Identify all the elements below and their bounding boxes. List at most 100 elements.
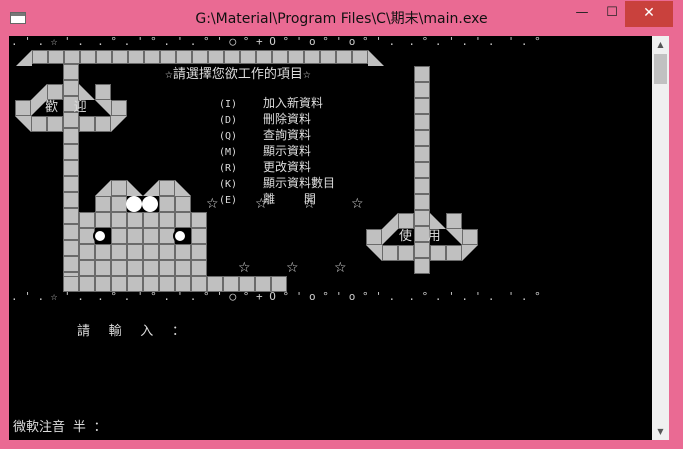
ime-status: 微軟注音 半 ： xyxy=(13,420,107,435)
block-tile xyxy=(398,245,414,261)
frog-eye-right xyxy=(142,196,158,212)
block-tile xyxy=(414,98,430,114)
scroll-thumb[interactable] xyxy=(654,54,667,84)
minimize-button[interactable]: — xyxy=(565,1,599,27)
close-button[interactable]: ✕ xyxy=(625,1,673,27)
use-text: 使 用 xyxy=(399,229,441,244)
triangle-tile xyxy=(462,245,478,261)
input-prompt: 請 輸 入 ： xyxy=(77,324,186,339)
block-tile xyxy=(63,192,79,208)
block-tile xyxy=(414,258,430,274)
block-tile xyxy=(79,116,95,132)
block-tile xyxy=(95,116,111,132)
triangle-tile xyxy=(368,50,384,66)
triangle-tile xyxy=(79,84,95,100)
menu-title: ☆請選擇您欲工作的項目☆ xyxy=(165,67,311,82)
block-tile xyxy=(414,130,430,146)
block-tile xyxy=(79,260,95,276)
block-tile xyxy=(143,212,159,228)
triangle-tile xyxy=(366,245,382,261)
block-tile xyxy=(63,144,79,160)
top-dot-border: . ' . ☆ ' . . ° . ' ° . ' . ° ' ◯ ° + O … xyxy=(11,36,541,48)
block-tile xyxy=(111,212,127,228)
triangle-tile xyxy=(175,180,191,196)
triangle-tile xyxy=(16,50,32,66)
menu-item: (R) 更改資料 xyxy=(219,160,312,174)
block-tile xyxy=(175,196,191,212)
block-tile xyxy=(430,245,446,261)
block-tile xyxy=(95,84,111,100)
block-tile xyxy=(288,50,304,64)
vertical-scrollbar[interactable]: ▲ ▼ xyxy=(652,36,669,440)
block-tile xyxy=(398,213,414,229)
block-tile xyxy=(304,50,320,64)
block-tile xyxy=(79,244,95,260)
block-tile xyxy=(95,212,111,228)
block-tile xyxy=(111,196,127,212)
block-tile xyxy=(79,212,95,228)
scroll-up-arrow-icon[interactable]: ▲ xyxy=(652,36,669,53)
block-tile xyxy=(47,116,63,132)
block-tile xyxy=(414,146,430,162)
block-tile xyxy=(191,212,207,228)
block-tile xyxy=(224,50,240,64)
star-icon: ☆ xyxy=(334,260,347,276)
block-tile xyxy=(240,50,256,64)
block-tile xyxy=(127,212,143,228)
triangle-tile xyxy=(15,116,31,132)
frog-cheek-right xyxy=(173,229,187,243)
block-tile xyxy=(63,80,79,96)
block-tile xyxy=(63,176,79,192)
star-icon: ☆ xyxy=(255,196,268,212)
block-tile xyxy=(272,50,288,64)
block-tile xyxy=(414,82,430,98)
block-tile xyxy=(111,228,127,244)
block-tile xyxy=(414,178,430,194)
triangle-tile xyxy=(95,180,111,196)
block-tile xyxy=(191,260,207,276)
block-tile xyxy=(143,228,159,244)
block-tile xyxy=(159,180,175,196)
block-tile xyxy=(80,50,96,64)
menu-item: (Q) 查詢資料 xyxy=(219,128,312,142)
block-tile xyxy=(128,50,144,64)
block-tile xyxy=(382,245,398,261)
block-tile xyxy=(159,212,175,228)
block-tile xyxy=(175,244,191,260)
triangle-tile xyxy=(430,213,446,229)
block-tile xyxy=(256,50,272,64)
block-tile xyxy=(64,50,80,64)
block-tile xyxy=(320,50,336,64)
block-tile xyxy=(63,160,79,176)
menu-item: (K) 顯示資料數目 xyxy=(219,176,336,190)
triangle-tile xyxy=(382,229,398,245)
block-tile xyxy=(143,244,159,260)
block-tile xyxy=(111,244,127,260)
block-tile xyxy=(191,244,207,260)
block-tile xyxy=(47,84,63,100)
triangle-tile xyxy=(95,100,111,116)
block-tile xyxy=(446,245,462,261)
block-tile xyxy=(63,128,79,144)
scroll-down-arrow-icon[interactable]: ▼ xyxy=(652,423,669,440)
frog-cheek-left xyxy=(93,229,107,243)
block-tile xyxy=(111,100,127,116)
title-bar: G:\Material\Program Files\C\期末\main.exe … xyxy=(0,0,683,36)
block-tile xyxy=(63,64,79,80)
block-tile xyxy=(31,116,47,132)
block-tile xyxy=(127,228,143,244)
block-tile xyxy=(111,260,127,276)
block-tile xyxy=(159,260,175,276)
block-tile xyxy=(127,244,143,260)
block-tile xyxy=(63,256,79,272)
block-tile xyxy=(143,260,159,276)
console-output[interactable]: . ' . ☆ ' . . ° . ' ° . ' . ° ' ◯ ° + O … xyxy=(9,36,652,440)
menu-item: (E) 離 開 xyxy=(219,192,316,206)
block-tile xyxy=(159,244,175,260)
maximize-button[interactable]: ☐ xyxy=(599,1,625,27)
block-tile xyxy=(112,50,128,64)
block-tile xyxy=(95,244,111,260)
block-tile xyxy=(159,196,175,212)
block-tile xyxy=(127,260,143,276)
block-tile xyxy=(191,228,207,244)
